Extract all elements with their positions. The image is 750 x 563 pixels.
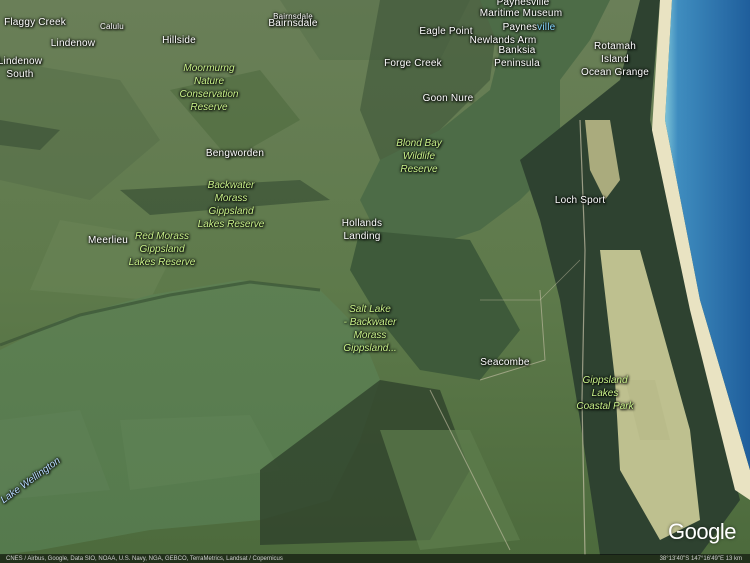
google-logo: Google	[668, 519, 736, 544]
reserve-blond-bay[interactable]: Blond Bay Wildlife Reserve	[396, 137, 442, 176]
place-bengworden[interactable]: Bengworden	[206, 147, 264, 160]
reserve-red-morass[interactable]: Red Morass Gippsland Lakes Reserve	[129, 230, 196, 269]
place-goon-nure[interactable]: Goon Nure	[423, 92, 474, 105]
attribution-text[interactable]: CNES / Airbus, Google, Data SIO, NOAA, U…	[6, 556, 283, 562]
place-loch-sport[interactable]: Loch Sport	[555, 194, 605, 207]
coordinates-scale: 38°13'40"S 147°16'49"E 13 km	[659, 556, 742, 562]
place-hillside[interactable]: Hillside	[162, 34, 196, 47]
place-eagle-point[interactable]: Eagle Point	[419, 25, 472, 38]
map-view[interactable]: Flaggy Creek Calulu Bairnsdale Bairnsdal…	[0, 0, 750, 563]
place-forge-creek[interactable]: Forge Creek	[384, 57, 442, 70]
place-bairnsdale[interactable]: Bairnsdale	[268, 17, 317, 30]
place-hollands-landing[interactable]: Hollands Landing	[342, 217, 383, 243]
place-lindenow[interactable]: Lindenow	[51, 37, 95, 50]
reserve-moormurng[interactable]: Moormurng Nature Conservation Reserve	[180, 62, 239, 114]
place-paynesville[interactable]: Paynesville	[503, 21, 556, 34]
paynesville-suffix: ville	[537, 22, 556, 33]
place-flaggy-creek[interactable]: Flaggy Creek	[4, 16, 66, 29]
place-lindenow-south[interactable]: Lindenow South	[0, 55, 42, 81]
reserve-salt-lake[interactable]: Salt Lake - Backwater Morass Gippsland..…	[343, 303, 396, 355]
place-banksia-peninsula[interactable]: Banksia Peninsula	[494, 44, 540, 70]
place-seacombe[interactable]: Seacombe	[480, 356, 529, 369]
reserve-gippsland-lakes-coastal-park[interactable]: Gippsland Lakes Coastal Park	[576, 374, 633, 413]
place-calulu[interactable]: Calulu	[100, 20, 124, 33]
place-meerlieu[interactable]: Meerlieu	[88, 234, 128, 247]
paynesville-prefix: Paynes	[502, 22, 538, 33]
place-maritime-museum[interactable]: Maritime Museum	[480, 7, 562, 20]
reserve-backwater-morass[interactable]: Backwater Morass Gippsland Lakes Reserve	[198, 179, 265, 231]
place-ocean-grange[interactable]: Ocean Grange	[581, 66, 649, 79]
satellite-terrain	[0, 0, 750, 563]
place-rotamah-island[interactable]: Rotamah Island	[594, 40, 636, 66]
